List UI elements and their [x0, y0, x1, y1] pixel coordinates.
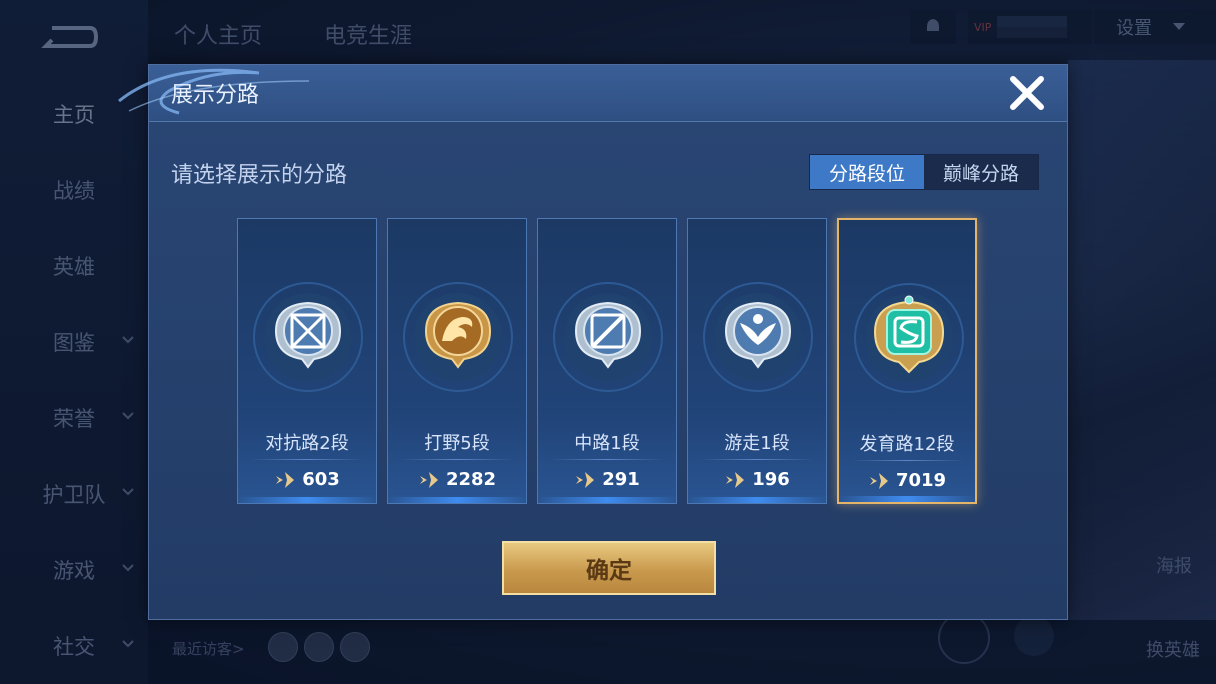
lane-score: 2282: [388, 469, 526, 490]
rank-points-icon: [726, 471, 745, 488]
lane-display-dialog: 展示分路 请选择展示的分路 分路段位 巅峰分路 对抗路2段 603 打野5段 2…: [118, 64, 1068, 620]
score-value: 603: [302, 469, 340, 490]
roam-emblem-icon: [703, 282, 813, 392]
card-divider: [550, 459, 664, 460]
card-divider: [851, 460, 965, 461]
lane-card-farm[interactable]: 发育路12段 7019: [837, 218, 977, 504]
lane-score: 291: [538, 469, 676, 490]
lane-name: 打野5段: [424, 433, 490, 454]
lane-card-mid[interactable]: 中路1段 291: [537, 218, 677, 504]
rank-points-icon: [869, 472, 888, 489]
lane-mode-toggle: 分路段位 巅峰分路: [809, 154, 1039, 190]
score-value: 291: [602, 469, 640, 490]
lane-name: 发育路12段: [859, 434, 955, 455]
rank-points-icon: [576, 471, 595, 488]
lane-card-clash[interactable]: 对抗路2段 603: [237, 218, 377, 504]
card-glow: [688, 497, 826, 503]
close-icon[interactable]: [1007, 73, 1047, 113]
lane-card-roam[interactable]: 游走1段 196: [687, 218, 827, 504]
lane-name: 对抗路2段: [265, 433, 349, 454]
dialog-title: 展示分路: [171, 83, 260, 108]
lane-card-jungle[interactable]: 打野5段 2282: [387, 218, 527, 504]
dialog-subtitle: 请选择展示的分路: [171, 163, 348, 188]
farm-lane-emblem-icon: [854, 283, 964, 393]
rank-points-icon: [419, 471, 438, 488]
card-divider: [400, 459, 514, 460]
clash-lane-emblem-icon: [253, 282, 363, 392]
lane-name: 游走1段: [724, 433, 790, 454]
score-value: 7019: [895, 470, 947, 491]
card-divider: [700, 459, 814, 460]
score-value: 196: [752, 469, 790, 490]
lane-score: 603: [238, 469, 376, 490]
lane-score: 7019: [839, 470, 975, 491]
card-divider: [250, 459, 364, 460]
card-glow: [238, 497, 376, 503]
jungle-emblem-icon: [403, 282, 513, 392]
card-glow: [538, 497, 676, 503]
toggle-lane-rank[interactable]: 分路段位: [810, 155, 924, 189]
toggle-peak-lane[interactable]: 巅峰分路: [924, 155, 1038, 189]
dialog-header: 展示分路: [118, 65, 1067, 122]
rank-points-icon: [276, 471, 295, 488]
card-glow: [388, 497, 526, 503]
score-value: 2282: [445, 469, 497, 490]
card-glow: [839, 496, 975, 502]
confirm-button[interactable]: 确定: [502, 541, 716, 595]
mid-lane-emblem-icon: [553, 282, 663, 392]
lane-score: 196: [688, 469, 826, 490]
lane-name: 中路1段: [574, 433, 640, 454]
